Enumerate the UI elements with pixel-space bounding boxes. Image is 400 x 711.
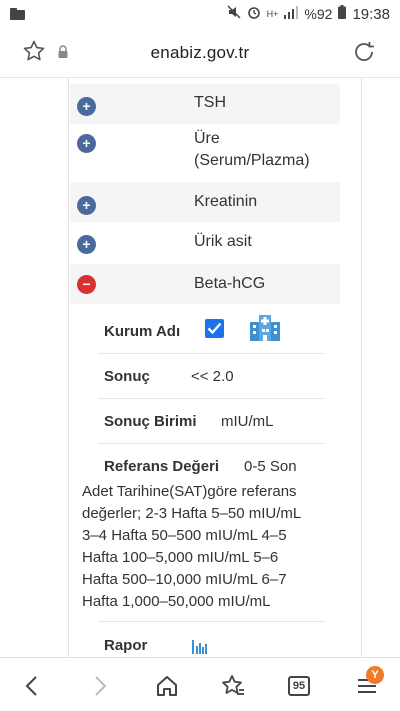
tabs-count-icon[interactable]: 95 bbox=[288, 676, 310, 696]
referans-line: Hafta 1,000–50,000 mIU/mL bbox=[82, 593, 271, 610]
status-bar: H+ %92 19:38 bbox=[0, 0, 400, 28]
referans-line: Adet Tarihine(SAT)göre referans bbox=[82, 483, 297, 500]
expand-plus-icon[interactable]: + bbox=[77, 97, 96, 116]
battery-level: %92 bbox=[304, 6, 333, 22]
expand-plus-icon[interactable]: + bbox=[77, 196, 96, 215]
referans-line: değerler; 2-3 Hafta 5–50 mIU/mL bbox=[82, 505, 302, 522]
test-name: Ürik asit bbox=[194, 233, 252, 250]
hospital-icon[interactable] bbox=[249, 314, 281, 347]
referans-degeri-label: Referans Değeri bbox=[104, 458, 220, 475]
report-chart-icon[interactable] bbox=[192, 638, 208, 657]
sonuc-label: Sonuç bbox=[104, 368, 150, 385]
battery-icon bbox=[338, 5, 347, 23]
divider bbox=[98, 398, 325, 399]
sonuc-birimi-label: Sonuç Birimi bbox=[104, 413, 197, 430]
test-name: Üre bbox=[194, 130, 220, 147]
test-name: Beta-hCG bbox=[194, 275, 266, 292]
network-type: H+ bbox=[266, 9, 279, 19]
referans-line: Hafta 100–5,000 mIU/mL 5–6 bbox=[82, 549, 279, 566]
clock: 19:38 bbox=[352, 5, 390, 23]
right-rail bbox=[361, 78, 362, 657]
referans-line: Hafta 500–10,000 mIU/mL 6–7 bbox=[82, 571, 287, 588]
test-row-tsh[interactable]: + TSH bbox=[70, 84, 340, 124]
bottom-nav: 95 Y bbox=[0, 657, 400, 711]
menu-badge: Y bbox=[366, 666, 384, 684]
url-bar: enabiz.gov.tr bbox=[0, 28, 400, 78]
referans-line: 3–4 Hafta 50–500 mIU/mL 4–5 bbox=[82, 527, 287, 544]
divider bbox=[98, 621, 325, 622]
test-row-urik-asit[interactable]: + Ürik asit bbox=[70, 222, 340, 262]
referans-text: Adet Tarihine(SAT)göre referans değerler… bbox=[82, 481, 332, 613]
back-icon[interactable] bbox=[20, 673, 46, 699]
expand-plus-icon[interactable]: + bbox=[77, 235, 96, 254]
referans-degeri-value: 0-5 Son bbox=[244, 458, 297, 475]
divider bbox=[98, 353, 325, 354]
url-domain[interactable]: enabiz.gov.tr bbox=[0, 43, 400, 63]
kurum-adi-label: Kurum Adı bbox=[104, 323, 181, 340]
test-name: TSH bbox=[194, 94, 226, 111]
forward-icon[interactable] bbox=[86, 673, 112, 699]
bookmarks-star-icon[interactable] bbox=[220, 673, 246, 699]
sonuc-value: << 2.0 bbox=[191, 368, 234, 385]
test-row-kreatinin[interactable]: + Kreatinin bbox=[70, 182, 340, 222]
test-row-beta-hcg[interactable]: − Beta-hCG bbox=[70, 264, 340, 304]
alarm-icon bbox=[247, 5, 261, 23]
expand-plus-icon[interactable]: + bbox=[77, 134, 96, 153]
folder-icon bbox=[10, 8, 25, 20]
kurum-checkbox[interactable] bbox=[205, 319, 224, 338]
divider bbox=[98, 443, 325, 444]
sonuc-birimi-value: mIU/mL bbox=[221, 413, 274, 430]
test-name: Kreatinin bbox=[194, 193, 258, 210]
test-row-ure[interactable]: + Üre (Serum/Plazma) bbox=[70, 124, 340, 186]
home-icon[interactable] bbox=[154, 673, 180, 699]
rapor-label: Rapor bbox=[104, 637, 148, 654]
collapse-minus-icon[interactable]: − bbox=[77, 275, 96, 294]
mute-icon bbox=[227, 5, 241, 23]
test-name-sub: (Serum/Plazma) bbox=[194, 152, 310, 169]
reload-icon[interactable] bbox=[352, 40, 376, 69]
page-content: + TSH + Üre (Serum/Plazma) + Kreatinin +… bbox=[0, 78, 400, 657]
left-rail bbox=[68, 78, 69, 657]
signal-icon bbox=[284, 5, 299, 23]
